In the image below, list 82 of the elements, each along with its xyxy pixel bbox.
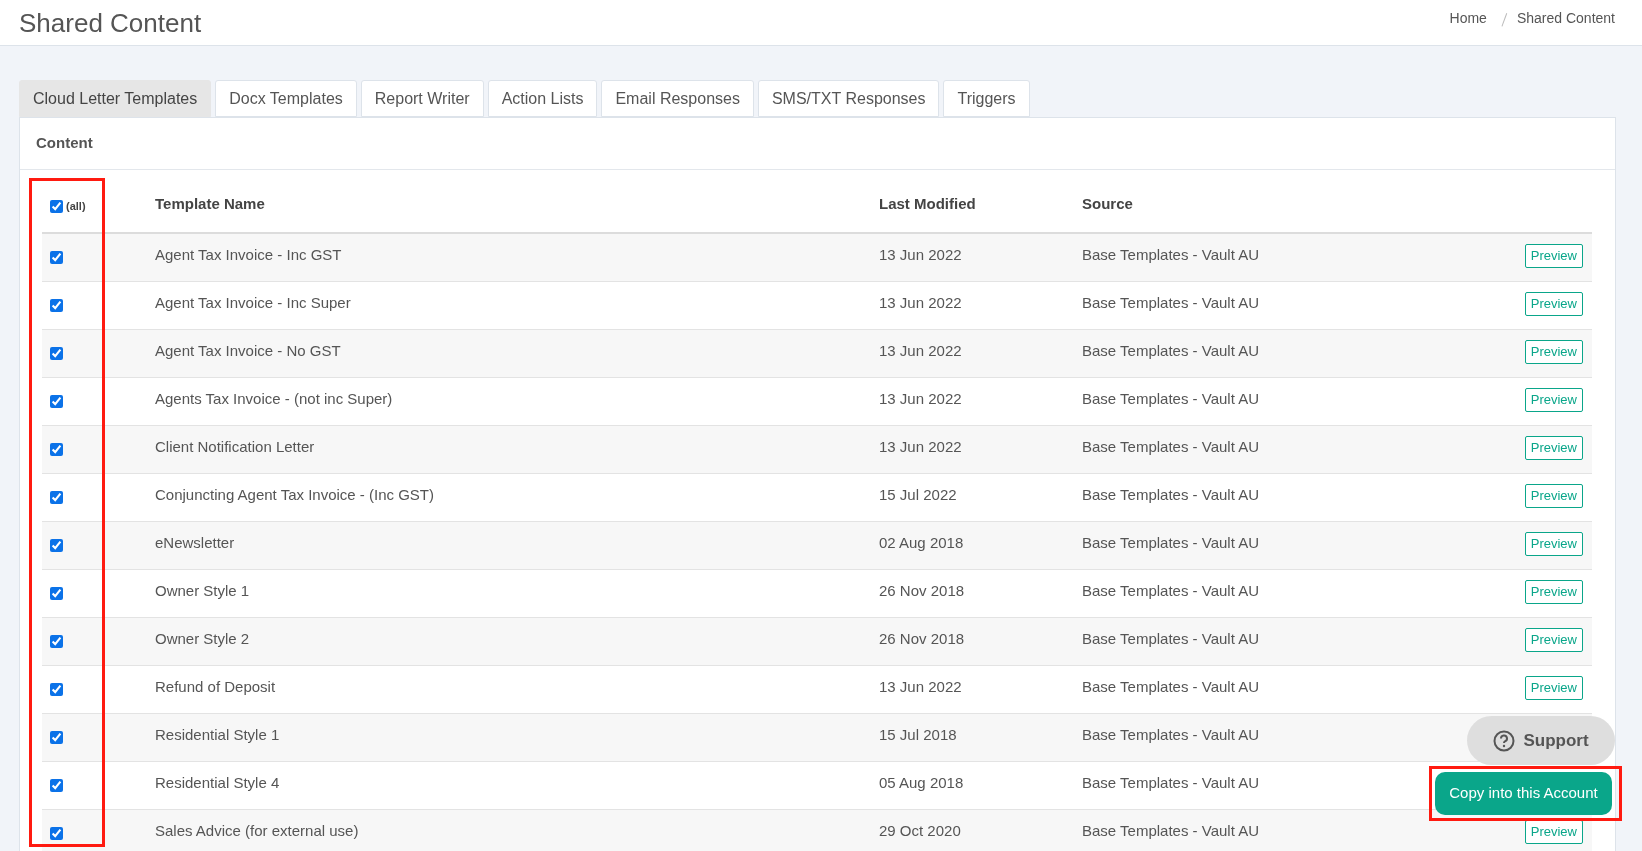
table-cell: Agent Tax Invoice - No GST	[155, 341, 341, 359]
column-header: Last Modified	[879, 195, 976, 213]
table-cell: Base Templates - Vault AU	[1082, 725, 1260, 743]
table-cell: Base Templates - Vault AU	[1082, 773, 1260, 791]
table-cell: Base Templates - Vault AU	[1082, 437, 1260, 455]
table-cell: eNewsletter	[155, 533, 235, 551]
table-cell: Base Templates - Vault AU	[1082, 629, 1260, 647]
table-cell: Base Templates - Vault AU	[1082, 677, 1260, 695]
row-checkbox[interactable]	[50, 778, 63, 792]
table-cell: 13 Jun 2022	[879, 341, 962, 359]
row-checkbox[interactable]	[50, 490, 63, 504]
preview-button[interactable]: Preview	[1524, 627, 1583, 652]
table-cell: Agent Tax Invoice - Inc Super	[155, 293, 351, 311]
row-checkbox[interactable]	[50, 586, 63, 600]
table-cell: Base Templates - Vault AU	[1082, 341, 1260, 359]
row-checkbox[interactable]	[50, 394, 63, 408]
table-cell: Sales Advice (for external use)	[155, 821, 359, 839]
breadcrumb-link[interactable]: Home	[1449, 8, 1487, 29]
table-cell: 13 Jun 2022	[879, 437, 962, 455]
help-icon	[1493, 729, 1516, 752]
row-checkbox[interactable]	[50, 538, 63, 552]
preview-button[interactable]: Preview	[1524, 531, 1583, 556]
row-checkbox[interactable]	[50, 442, 63, 456]
row-checkbox[interactable]	[50, 298, 63, 312]
table-cell: Residential Style 4	[155, 773, 280, 791]
preview-button[interactable]: Preview	[1524, 435, 1583, 460]
table-cell: 05 Aug 2018	[879, 773, 964, 791]
table-cell: 26 Nov 2018	[879, 581, 965, 599]
table-cell: Conjuncting Agent Tax Invoice - (Inc GST)	[155, 485, 435, 503]
table-cell: Base Templates - Vault AU	[1082, 246, 1260, 263]
tab[interactable]: SMS/TXT Responses	[757, 80, 940, 117]
column-header: Source	[1082, 195, 1133, 213]
table-cell: Base Templates - Vault AU	[1082, 293, 1260, 311]
table-cell: 15 Jul 2022	[879, 485, 957, 503]
copy-button[interactable]: Copy into this Account	[1435, 772, 1612, 815]
preview-button[interactable]: Preview	[1524, 387, 1583, 412]
preview-button[interactable]: Preview	[1524, 483, 1583, 508]
table-cell: Base Templates - Vault AU	[1082, 485, 1260, 503]
select-all-checkbox[interactable]	[50, 199, 63, 213]
row-checkbox[interactable]	[50, 682, 63, 696]
breadcrumb-current: Shared Content	[1516, 9, 1615, 28]
preview-button[interactable]: Preview	[1524, 675, 1583, 700]
column-header: Template Name	[155, 195, 265, 213]
tab[interactable]: Action Lists	[487, 80, 598, 117]
select-all-label: (all)	[66, 198, 86, 214]
table-cell: 02 Aug 2018	[879, 533, 964, 551]
tab[interactable]: Docx Templates	[215, 80, 357, 117]
table-cell: Base Templates - Vault AU	[1082, 821, 1260, 839]
table-cell: Residential Style 1	[155, 725, 280, 743]
row-checkbox[interactable]	[50, 730, 63, 744]
table-cell: 13 Jun 2022	[879, 246, 962, 263]
tab[interactable]: Cloud Letter Templates	[19, 80, 212, 117]
tab[interactable]: Report Writer	[360, 80, 484, 117]
panel-title: Content	[36, 133, 93, 154]
page-title: Shared Content	[19, 9, 202, 36]
preview-button[interactable]: Preview	[1524, 244, 1583, 268]
table-cell: Agent Tax Invoice - Inc GST	[155, 246, 342, 263]
support-button[interactable]: Support	[1467, 716, 1615, 765]
table-cell: Owner Style 1	[155, 581, 250, 599]
table-cell: Refund of Deposit	[155, 677, 276, 695]
table-cell: 13 Jun 2022	[879, 677, 962, 695]
table-cell: Client Notification Letter	[155, 437, 315, 455]
table-cell: Agents Tax Invoice - (not inc Super)	[155, 389, 393, 407]
row-checkbox[interactable]	[50, 346, 63, 360]
preview-button[interactable]: Preview	[1524, 291, 1583, 316]
table-cell: Base Templates - Vault AU	[1082, 533, 1260, 551]
table-cell: 29 Oct 2020	[879, 821, 961, 839]
table-cell: Base Templates - Vault AU	[1082, 581, 1260, 599]
tab[interactable]: Email Responses	[601, 80, 754, 117]
row-checkbox[interactable]	[50, 826, 63, 840]
tab[interactable]: Triggers	[943, 80, 1030, 117]
row-checkbox[interactable]	[50, 634, 63, 648]
preview-button[interactable]: Preview	[1524, 579, 1583, 604]
table-cell: 13 Jun 2022	[879, 293, 962, 311]
table-cell: 15 Jul 2018	[879, 725, 957, 743]
row-checkbox[interactable]	[50, 251, 63, 264]
preview-button[interactable]: Preview	[1524, 339, 1583, 364]
table-cell: 26 Nov 2018	[879, 629, 965, 647]
table-cell: Owner Style 2	[155, 629, 250, 647]
preview-button[interactable]: Preview	[1524, 819, 1583, 844]
table-cell: Base Templates - Vault AU	[1082, 389, 1260, 407]
table-cell: 13 Jun 2022	[879, 389, 962, 407]
